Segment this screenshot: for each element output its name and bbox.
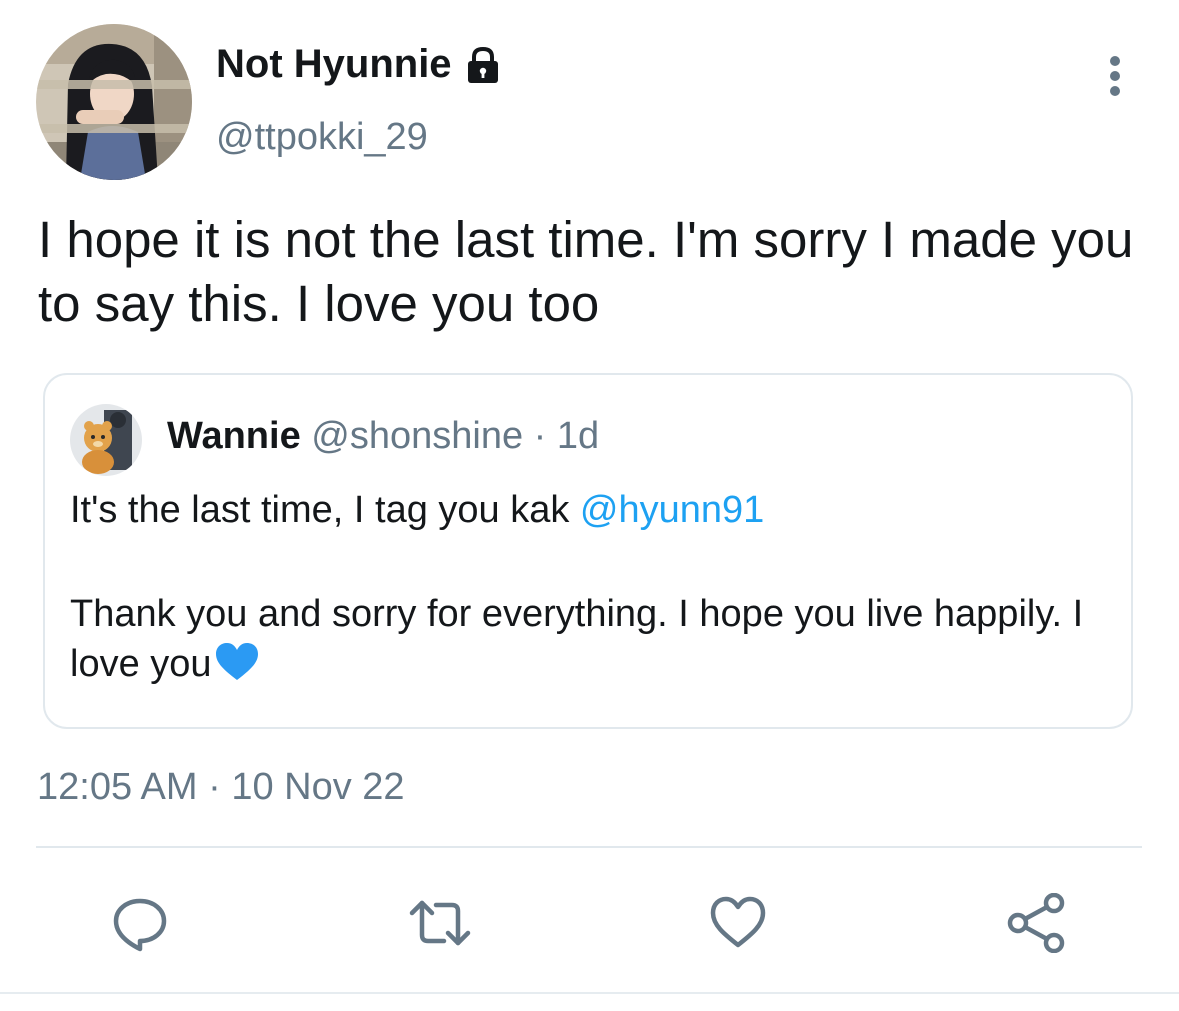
quoted-tweet-line1: It's the last time, I tag you kak @hyunn… — [70, 489, 764, 532]
mention-link[interactable]: @hyunn91 — [580, 489, 764, 531]
separator-dot: · — [533, 415, 547, 457]
reply-icon[interactable] — [110, 893, 170, 953]
blue-heart-icon — [214, 642, 260, 695]
quoted-author-name[interactable]: Wannie — [167, 415, 301, 457]
retweet-icon[interactable] — [408, 893, 471, 953]
quoted-author-avatar[interactable] — [70, 404, 142, 476]
share-icon[interactable] — [1006, 892, 1066, 954]
quoted-tweet-line2: Thank you and sorry for everything. I ho… — [70, 589, 1110, 695]
bottom-divider — [0, 992, 1179, 994]
author-display-name[interactable]: Not Hyunnie — [216, 42, 504, 87]
author-handle[interactable]: @ttpokki_29 — [216, 116, 428, 159]
quoted-tweet-time[interactable]: 1d — [557, 415, 599, 457]
author-name-text[interactable]: Not Hyunnie — [216, 42, 452, 87]
quoted-tweet-header: Wannie @shonshine · 1d — [167, 415, 599, 458]
divider — [36, 846, 1142, 848]
quoted-author-handle[interactable]: @shonshine — [311, 415, 523, 457]
lock-icon — [462, 44, 504, 86]
author-avatar[interactable] — [36, 24, 192, 180]
like-icon[interactable] — [708, 893, 768, 953]
quoted-tweet-card[interactable]: Wannie @shonshine · 1d It's the last tim… — [43, 373, 1133, 729]
quoted-line1-text: It's the last time, I tag you kak — [70, 489, 580, 531]
tweet-timestamp[interactable]: 12:05 AM · 10 Nov 22 — [37, 766, 405, 809]
more-options-icon[interactable] — [1100, 52, 1130, 105]
tweet-text: I hope it is not the last time. I'm sorr… — [38, 211, 1134, 332]
